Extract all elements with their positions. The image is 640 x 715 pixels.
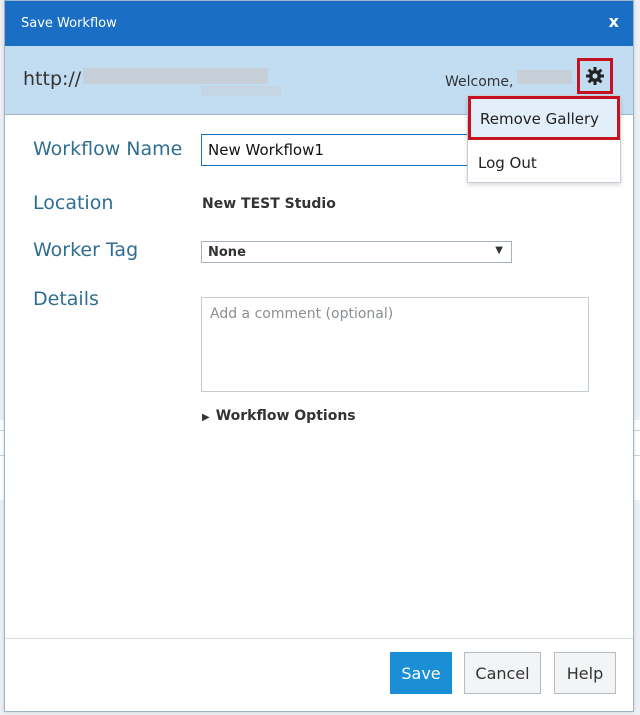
workflow-options-toggle[interactable]: ▶ Workflow Options — [202, 408, 356, 424]
dialog-title: Save Workflow — [21, 16, 117, 31]
help-button[interactable]: Help — [554, 652, 616, 694]
menu-item-remove-gallery[interactable]: Remove Gallery — [468, 96, 620, 140]
settings-gear-button[interactable] — [577, 58, 613, 94]
worker-tag-select[interactable]: None ▼ — [201, 241, 512, 263]
location-value: New TEST Studio — [202, 196, 336, 212]
workflow-options-label: Workflow Options — [215, 408, 356, 424]
worker-tag-label: Worker Tag — [33, 239, 139, 261]
dialog-titlebar: Save Workflow x — [5, 1, 633, 46]
user-menu: Remove Gallery Log Out — [467, 95, 621, 183]
save-button[interactable]: Save — [390, 652, 452, 694]
footer-divider — [5, 638, 633, 639]
triangle-right-icon: ▶ — [202, 412, 210, 423]
redacted-username — [517, 70, 572, 84]
redacted-url — [201, 86, 281, 96]
cancel-button[interactable]: Cancel — [464, 652, 541, 694]
close-icon[interactable]: x — [609, 12, 619, 32]
welcome-text: Welcome, — [445, 74, 514, 90]
gallery-url: http:// — [23, 68, 82, 90]
redacted-url — [83, 68, 268, 84]
workflow-name-label: Workflow Name — [33, 138, 183, 160]
workflow-name-input[interactable] — [201, 134, 471, 166]
chevron-down-icon: ▼ — [495, 245, 503, 256]
gear-icon — [586, 67, 604, 85]
comment-field[interactable] — [201, 297, 589, 392]
location-label: Location — [33, 192, 114, 214]
worker-tag-value: None — [208, 245, 246, 260]
details-label: Details — [33, 288, 99, 310]
menu-item-log-out[interactable]: Log Out — [468, 148, 620, 178]
